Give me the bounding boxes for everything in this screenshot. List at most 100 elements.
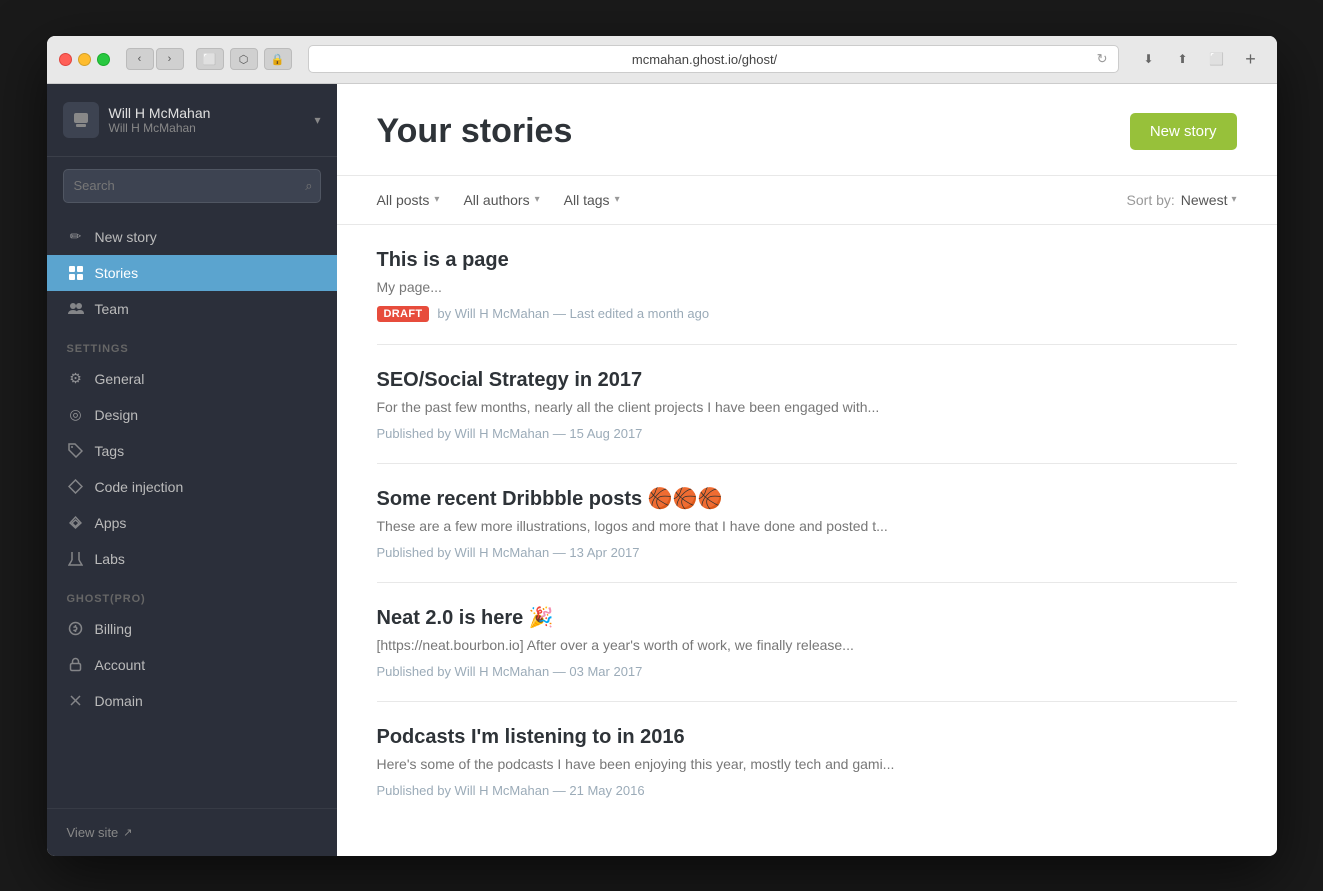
browser-toolbar-icons: ⬜ ⬡ 🔒 bbox=[196, 48, 292, 70]
sort-label: Sort by: bbox=[1127, 192, 1175, 208]
new-story-button[interactable]: New story bbox=[1130, 113, 1237, 150]
design-icon: ◎ bbox=[67, 406, 85, 424]
share-icon[interactable]: ⬆ bbox=[1169, 48, 1197, 70]
reload-icon[interactable]: ↻ bbox=[1097, 51, 1108, 67]
user-name: Will H McMahan bbox=[109, 105, 211, 121]
post-excerpt: [https://neat.bourbon.io] After over a y… bbox=[377, 635, 1237, 656]
sidebar-user: Will H McMahan Will H McMahan bbox=[63, 102, 211, 138]
sidebar-search: ⌕ bbox=[47, 157, 337, 215]
tab-icon[interactable]: ⬜ bbox=[196, 48, 224, 70]
search-icon[interactable]: ⌕ bbox=[305, 178, 312, 194]
view-site-link[interactable]: View site ↗ bbox=[67, 825, 317, 840]
url-text: mcmahan.ghost.io/ghost/ bbox=[319, 52, 1091, 67]
post-title: Podcasts I'm listening to in 2016 bbox=[377, 724, 1237, 750]
table-row[interactable]: SEO/Social Strategy in 2017 For the past… bbox=[377, 345, 1237, 464]
team-icon bbox=[67, 300, 85, 318]
nav-label-account: Account bbox=[95, 657, 146, 673]
post-meta: Published by Will H McMahan — 03 Mar 201… bbox=[377, 664, 1237, 679]
post-excerpt: Here's some of the podcasts I have been … bbox=[377, 754, 1237, 775]
browser-titlebar: ‹ › ⬜ ⬡ 🔒 mcmahan.ghost.io/ghost/ ↻ ⬇ ⬆ … bbox=[47, 36, 1277, 84]
nav-label-new-story: New story bbox=[95, 229, 157, 245]
user-info: Will H McMahan Will H McMahan bbox=[109, 105, 211, 135]
all-authors-dropdown[interactable]: All authors ▾ bbox=[463, 192, 539, 208]
back-button[interactable]: ‹ bbox=[126, 48, 154, 70]
add-tab-icon[interactable]: + bbox=[1237, 48, 1265, 70]
stories-icon bbox=[67, 264, 85, 282]
browser-window: ‹ › ⬜ ⬡ 🔒 mcmahan.ghost.io/ghost/ ↻ ⬇ ⬆ … bbox=[47, 36, 1277, 856]
post-meta-text: Published by Will H McMahan — 15 Aug 201… bbox=[377, 426, 643, 441]
download-icon[interactable]: ⬇ bbox=[1135, 48, 1163, 70]
all-authors-label: All authors bbox=[463, 192, 529, 208]
post-meta-text: Published by Will H McMahan — 21 May 201… bbox=[377, 783, 645, 798]
sidebar-header[interactable]: Will H McMahan Will H McMahan ▾ bbox=[47, 84, 337, 157]
sidebar-item-stories[interactable]: Stories bbox=[47, 255, 337, 291]
post-excerpt: My page... bbox=[377, 277, 1237, 298]
nav-label-labs: Labs bbox=[95, 551, 125, 567]
nav-label-apps: Apps bbox=[95, 515, 127, 531]
search-input[interactable] bbox=[63, 169, 321, 203]
filter-bar: All posts ▾ All authors ▾ All tags ▾ Sor… bbox=[337, 176, 1277, 225]
all-tags-chevron: ▾ bbox=[615, 194, 620, 205]
close-button[interactable] bbox=[59, 53, 72, 66]
traffic-lights bbox=[59, 53, 110, 66]
apps-icon bbox=[67, 514, 85, 532]
billing-icon bbox=[67, 620, 85, 638]
nav-label-stories: Stories bbox=[95, 265, 139, 281]
gear-icon: ⚙ bbox=[67, 370, 85, 388]
table-row[interactable]: Neat 2.0 is here 🎉 [https://neat.bourbon… bbox=[377, 583, 1237, 702]
sidebar-item-tags[interactable]: Tags bbox=[47, 433, 337, 469]
post-meta-text: Published by Will H McMahan — 13 Apr 201… bbox=[377, 545, 640, 560]
draft-badge: Draft bbox=[377, 306, 430, 322]
chevron-down-icon[interactable]: ▾ bbox=[314, 113, 320, 127]
posts-list: This is a page My page... Draft by Will … bbox=[337, 225, 1277, 856]
sidebar-item-domain[interactable]: Domain bbox=[47, 683, 337, 719]
sidebar-item-labs[interactable]: Labs bbox=[47, 541, 337, 577]
table-row[interactable]: Some recent Dribbble posts 🏀🏀🏀 These are… bbox=[377, 464, 1237, 583]
table-row[interactable]: This is a page My page... Draft by Will … bbox=[377, 225, 1237, 345]
post-meta: Published by Will H McMahan — 15 Aug 201… bbox=[377, 426, 1237, 441]
sidebar-item-design[interactable]: ◎ Design bbox=[47, 397, 337, 433]
forward-button[interactable]: › bbox=[156, 48, 184, 70]
app-layout: Will H McMahan Will H McMahan ▾ ⌕ ✏ New … bbox=[47, 84, 1277, 856]
sidebar-item-new-story[interactable]: ✏ New story bbox=[47, 219, 337, 255]
sidebar-item-account[interactable]: Account bbox=[47, 647, 337, 683]
nav-label-tags: Tags bbox=[95, 443, 125, 459]
window-icon[interactable]: ⬜ bbox=[1203, 48, 1231, 70]
sidebar-footer: View site ↗ bbox=[47, 808, 337, 856]
sidebar-nav: ✏ New story Stories bbox=[47, 215, 337, 808]
minimize-button[interactable] bbox=[78, 53, 91, 66]
filter-group: All posts ▾ All authors ▾ All tags ▾ bbox=[377, 192, 1127, 208]
url-bar[interactable]: mcmahan.ghost.io/ghost/ ↻ bbox=[308, 45, 1119, 73]
post-excerpt: These are a few more illustrations, logo… bbox=[377, 516, 1237, 537]
nav-label-design: Design bbox=[95, 407, 139, 423]
nav-label-general: General bbox=[95, 371, 145, 387]
main-header: Your stories New story bbox=[337, 84, 1277, 176]
sidebar-item-team[interactable]: Team bbox=[47, 291, 337, 327]
post-excerpt: For the past few months, nearly all the … bbox=[377, 397, 1237, 418]
domain-icon bbox=[67, 692, 85, 710]
sidebar-item-billing[interactable]: Billing bbox=[47, 611, 337, 647]
maximize-button[interactable] bbox=[97, 53, 110, 66]
post-meta-text: by Will H McMahan — Last edited a month … bbox=[437, 306, 709, 321]
code-icon bbox=[67, 478, 85, 496]
all-tags-label: All tags bbox=[564, 192, 610, 208]
user-email: Will H McMahan bbox=[109, 121, 211, 135]
layers-icon[interactable]: ⬡ bbox=[230, 48, 258, 70]
browser-right-icons: ⬇ ⬆ ⬜ + bbox=[1135, 48, 1265, 70]
view-site-label: View site bbox=[67, 825, 119, 840]
sidebar-item-general[interactable]: ⚙ General bbox=[47, 361, 337, 397]
table-row[interactable]: Podcasts I'm listening to in 2016 Here's… bbox=[377, 702, 1237, 820]
sidebar-item-apps[interactable]: Apps bbox=[47, 505, 337, 541]
post-meta-text: Published by Will H McMahan — 03 Mar 201… bbox=[377, 664, 643, 679]
privacy-icon[interactable]: 🔒 bbox=[264, 48, 292, 70]
nav-label-domain: Domain bbox=[95, 693, 143, 709]
sort-dropdown[interactable]: Newest ▾ bbox=[1181, 192, 1237, 208]
all-posts-chevron: ▾ bbox=[434, 194, 439, 205]
post-title: Some recent Dribbble posts 🏀🏀🏀 bbox=[377, 486, 1237, 512]
all-posts-dropdown[interactable]: All posts ▾ bbox=[377, 192, 440, 208]
browser-nav-buttons: ‹ › bbox=[126, 48, 184, 70]
sidebar-item-code-injection[interactable]: Code injection bbox=[47, 469, 337, 505]
all-tags-dropdown[interactable]: All tags ▾ bbox=[564, 192, 620, 208]
page-title: Your stories bbox=[377, 112, 573, 151]
all-posts-label: All posts bbox=[377, 192, 430, 208]
